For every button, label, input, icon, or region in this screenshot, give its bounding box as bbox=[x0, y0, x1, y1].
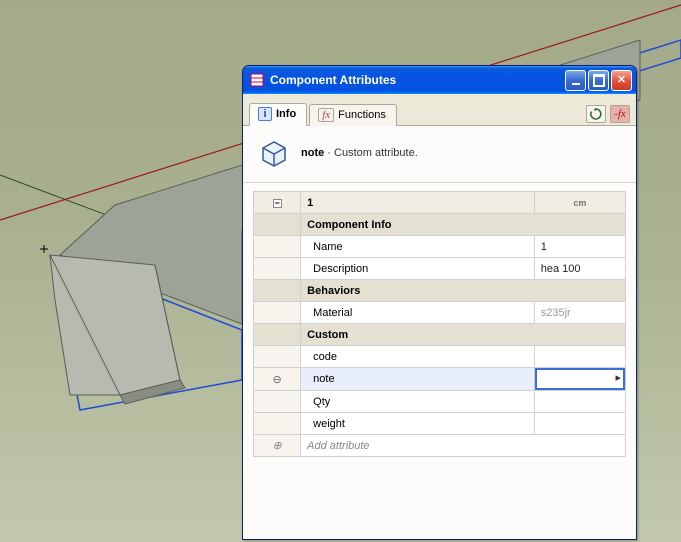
component-cube-icon bbox=[257, 136, 291, 170]
minimize-button[interactable] bbox=[565, 70, 586, 91]
attr-key: Qty bbox=[301, 391, 535, 413]
attr-val[interactable] bbox=[534, 413, 625, 435]
refresh-icon bbox=[590, 108, 602, 120]
add-attribute-label: Add attribute bbox=[301, 435, 626, 457]
app-icon bbox=[249, 72, 265, 88]
component-header-row[interactable]: − 1 cm bbox=[254, 192, 626, 214]
row-material[interactable]: Material s235jr bbox=[254, 302, 626, 324]
attr-val[interactable]: hea 100 bbox=[534, 258, 625, 280]
attr-key: Description bbox=[301, 258, 535, 280]
attribute-description: · Custom attribute. bbox=[324, 147, 418, 159]
attr-key: Material bbox=[301, 302, 535, 324]
collapse-toggle-icon[interactable]: − bbox=[273, 199, 282, 208]
attr-val[interactable]: 1 bbox=[534, 236, 625, 258]
attribute-info-header: note · Custom attribute. bbox=[243, 126, 636, 183]
tab-info-label: Info bbox=[276, 108, 296, 120]
row-qty[interactable]: Qty bbox=[254, 391, 626, 413]
row-description[interactable]: Description hea 100 bbox=[254, 258, 626, 280]
attr-val[interactable] bbox=[534, 391, 625, 413]
titlebar[interactable]: Component Attributes bbox=[243, 66, 636, 94]
maximize-button[interactable] bbox=[588, 70, 609, 91]
attr-val[interactable]: s235jr bbox=[534, 302, 625, 324]
remove-row-icon[interactable]: ⊖ bbox=[254, 368, 301, 391]
section-component-info: Component Info bbox=[254, 214, 626, 236]
attr-key: weight bbox=[301, 413, 535, 435]
section-title: Behaviors bbox=[301, 280, 626, 302]
row-note[interactable]: ⊖ note bbox=[254, 368, 626, 391]
row-code[interactable]: code bbox=[254, 346, 626, 368]
add-row-icon[interactable]: ⊕ bbox=[254, 435, 301, 457]
attr-key: Name bbox=[301, 236, 535, 258]
row-name[interactable]: Name 1 bbox=[254, 236, 626, 258]
close-button[interactable] bbox=[611, 70, 632, 91]
tab-info[interactable]: i Info bbox=[249, 103, 307, 126]
row-weight[interactable]: weight bbox=[254, 413, 626, 435]
window-title: Component Attributes bbox=[270, 73, 563, 87]
note-input[interactable] bbox=[535, 368, 625, 390]
tabstrip: i Info fx Functions -fx bbox=[243, 94, 636, 126]
tab-functions[interactable]: fx Functions bbox=[309, 104, 397, 126]
component-attributes-window: Component Attributes i Info fx Functions… bbox=[242, 65, 637, 540]
attr-key: code bbox=[301, 346, 535, 368]
attributes-grid: − 1 cm Component Info Name 1 Description… bbox=[253, 191, 626, 457]
attribute-name: note bbox=[301, 147, 324, 159]
refresh-button[interactable] bbox=[586, 105, 606, 123]
section-behaviors: Behaviors bbox=[254, 280, 626, 302]
section-title: Component Info bbox=[301, 214, 626, 236]
attr-val-cell bbox=[534, 368, 625, 391]
fx-toggle-button[interactable]: -fx bbox=[610, 105, 630, 123]
info-icon: i bbox=[258, 107, 272, 121]
component-name: 1 bbox=[301, 192, 535, 214]
fx-icon: fx bbox=[318, 108, 334, 122]
attr-key: note bbox=[301, 368, 535, 391]
attr-val[interactable] bbox=[534, 346, 625, 368]
section-title: Custom bbox=[301, 324, 626, 346]
units-label[interactable]: cm bbox=[534, 192, 625, 214]
section-custom: Custom bbox=[254, 324, 626, 346]
tab-functions-label: Functions bbox=[338, 109, 386, 121]
fx-toggle-icon: -fx bbox=[614, 108, 626, 120]
attributes-grid-wrap: − 1 cm Component Info Name 1 Description… bbox=[243, 183, 636, 539]
row-add-attribute[interactable]: ⊕ Add attribute bbox=[254, 435, 626, 457]
